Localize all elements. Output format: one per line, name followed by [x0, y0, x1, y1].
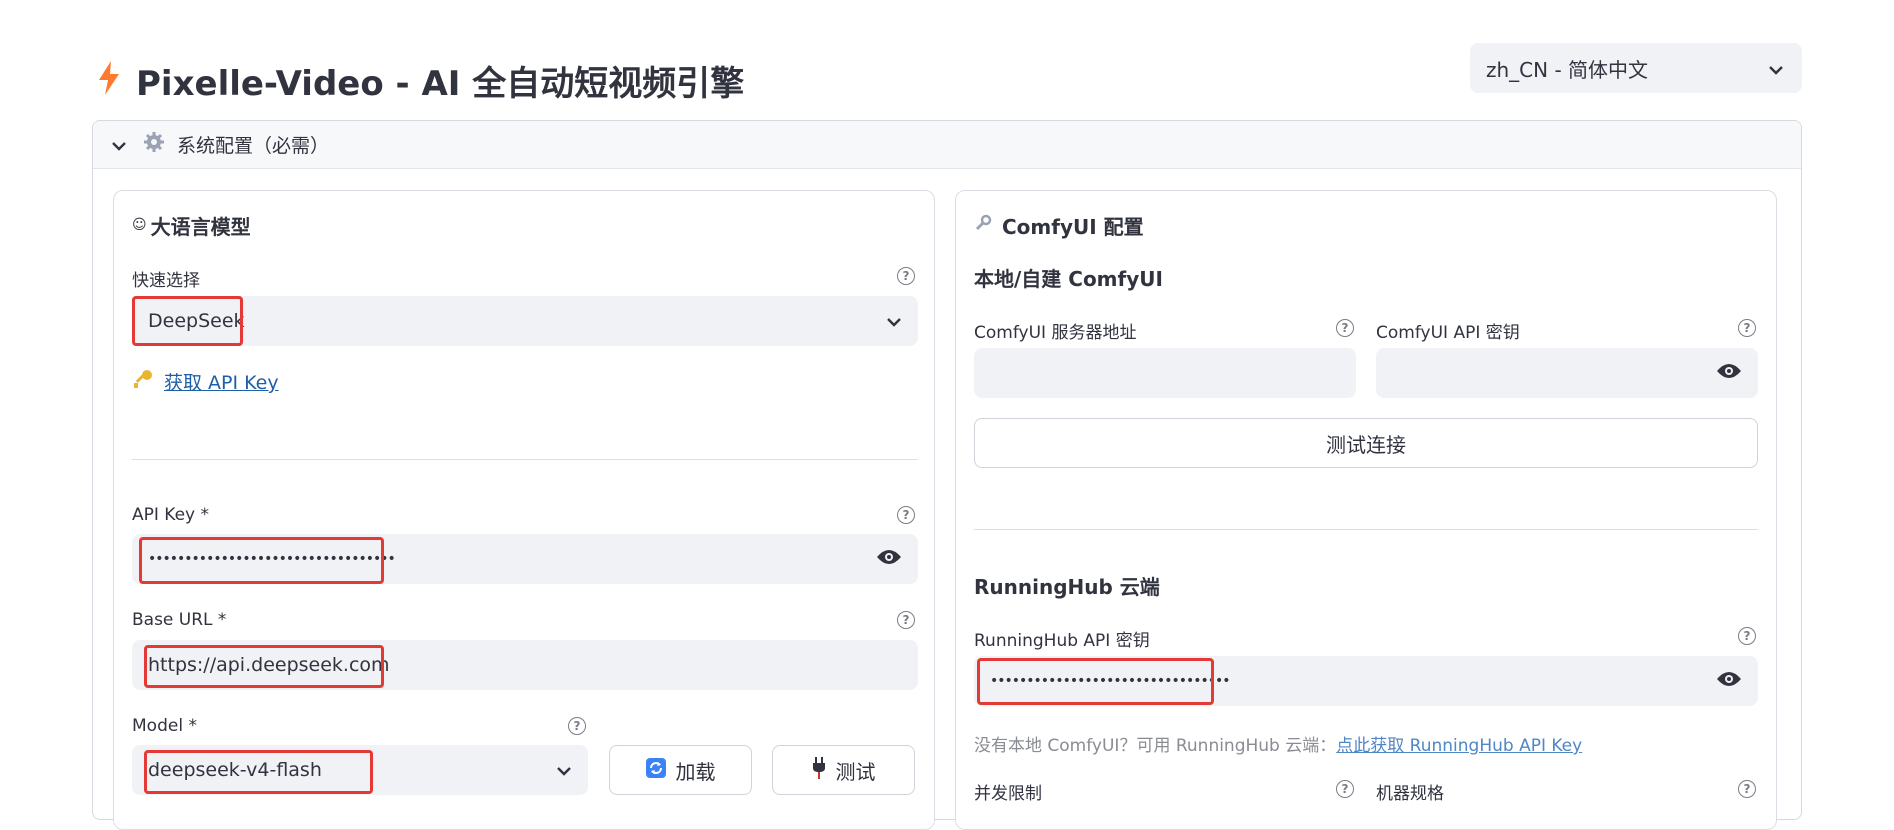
help-icon[interactable]: ?	[568, 717, 586, 735]
model-label: Model *	[132, 716, 197, 736]
llm-section-title: ☺ 大语言模型	[132, 212, 251, 239]
test-button-label: 测试	[835, 759, 876, 784]
chevron-down-icon	[1768, 56, 1784, 80]
api-key-label: API Key *	[132, 505, 210, 525]
eye-icon[interactable]	[876, 548, 902, 571]
help-icon[interactable]: ?	[1738, 627, 1756, 645]
highlight-box	[132, 296, 243, 346]
refresh-icon	[645, 757, 666, 783]
runninghub-hint: 没有本地 ComfyUI？可用 RunningHub 云端：点此获取 Runni…	[974, 731, 1582, 756]
server-url-label: ComfyUI 服务器地址	[974, 323, 1137, 343]
help-icon[interactable]: ?	[897, 506, 915, 524]
gear-icon	[143, 131, 165, 158]
plug-icon	[812, 756, 826, 784]
concurrency-label: 并发限制	[974, 784, 1042, 804]
expander-label: 系统配置（必需）	[177, 135, 330, 157]
highlight-box	[144, 645, 384, 688]
test-model-button[interactable]: 测试	[772, 745, 915, 795]
runninghub-key-label: RunningHub API 密钥	[974, 631, 1150, 651]
language-select[interactable]: zh_CN - 简体中文	[1470, 43, 1802, 93]
lightning-icon	[96, 60, 122, 100]
comfyui-title-text: ComfyUI 配置	[1002, 214, 1144, 239]
eye-icon[interactable]	[1716, 362, 1742, 385]
runninghub-title: RunningHub 云端	[974, 574, 1160, 599]
highlight-box	[144, 750, 373, 794]
hint-text: 没有本地 ComfyUI？可用 RunningHub 云端：	[974, 736, 1337, 756]
help-icon[interactable]: ?	[1738, 319, 1756, 337]
chevron-down-icon	[886, 310, 902, 332]
get-api-key-row: 获取 API Key	[132, 368, 279, 395]
chevron-down-icon	[111, 134, 127, 156]
wrench-icon	[974, 213, 992, 237]
key-icon	[132, 368, 154, 395]
test-connection-button[interactable]: 测试连接	[974, 418, 1758, 468]
chevron-down-icon	[556, 759, 572, 781]
local-comfyui-title: 本地/自建 ComfyUI	[974, 266, 1163, 291]
llm-title-text: 大语言模型	[150, 214, 251, 239]
divider	[974, 529, 1758, 530]
test-connection-label: 测试连接	[1326, 432, 1406, 457]
runninghub-key-link[interactable]: 点此获取 RunningHub API Key	[1336, 736, 1582, 756]
help-icon[interactable]: ?	[1738, 780, 1756, 798]
machine-spec-label: 机器规格	[1376, 784, 1444, 804]
quick-select-dropdown[interactable]: DeepSeek	[132, 296, 918, 346]
help-icon[interactable]: ?	[897, 611, 915, 629]
robot-icon: ☺	[132, 217, 147, 233]
help-icon[interactable]: ?	[897, 267, 915, 285]
language-value: zh_CN - 简体中文	[1486, 57, 1649, 82]
llm-card	[113, 190, 935, 830]
highlight-box	[977, 658, 1214, 705]
highlight-box	[139, 537, 384, 584]
divider	[132, 459, 918, 460]
get-api-key-link[interactable]: 获取 API Key	[164, 368, 279, 395]
page-header: Pixelle-Video - AI 全自动短视频引擎	[96, 56, 744, 104]
load-button-label: 加载	[675, 759, 716, 784]
quick-select-label: 快速选择	[132, 271, 200, 291]
help-icon[interactable]: ?	[1336, 319, 1354, 337]
page-title: Pixelle-Video - AI 全自动短视频引擎	[136, 63, 745, 104]
load-models-button[interactable]: 加载	[609, 745, 752, 795]
eye-icon[interactable]	[1716, 670, 1742, 693]
comfyui-api-key-input[interactable]	[1376, 348, 1758, 398]
help-icon[interactable]: ?	[1336, 780, 1354, 798]
comfyui-section-title: ComfyUI 配置	[974, 212, 1144, 239]
expander-header[interactable]: 系统配置（必需）	[93, 121, 1801, 169]
base-url-label: Base URL *	[132, 610, 227, 630]
server-url-input[interactable]	[974, 348, 1356, 398]
comfyui-api-key-label: ComfyUI API 密钥	[1376, 323, 1520, 343]
